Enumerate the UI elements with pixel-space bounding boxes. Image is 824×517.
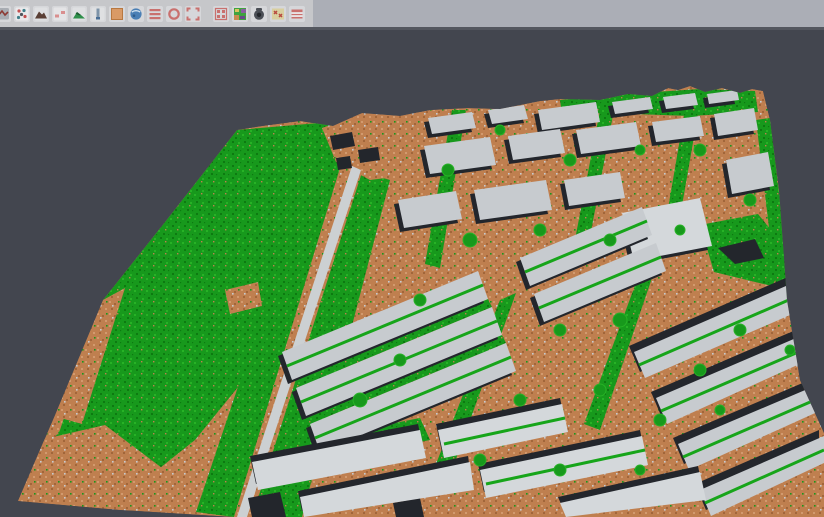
tree-clump [564, 154, 576, 166]
tree-clump [442, 164, 454, 176]
toolbar-button-class-layers[interactable] [289, 6, 305, 22]
toolbar-button-circle-select[interactable] [166, 6, 182, 22]
tree-clump [514, 394, 526, 406]
application-window [0, 0, 824, 517]
tree-clump [534, 224, 546, 236]
toolbar-button-delete-points[interactable] [270, 6, 286, 22]
toolbar-button-section[interactable] [90, 6, 106, 22]
tree-clump [463, 233, 477, 247]
toolbar [0, 0, 824, 27]
toolbar-button-classification[interactable] [232, 6, 248, 22]
tree-clump [694, 144, 706, 156]
tree-clump [694, 364, 706, 376]
toolbar-button-contour-lines[interactable] [147, 6, 163, 22]
toolbar-button-dem[interactable] [33, 6, 49, 22]
mesh-tool-icon [0, 7, 10, 21]
tree-clump [554, 464, 566, 476]
globe-icon [129, 7, 143, 21]
classification-icon [233, 7, 247, 21]
toolbar-button-camera[interactable] [251, 6, 267, 22]
orthophoto-icon [110, 7, 124, 21]
rect-select-icon [186, 7, 200, 21]
toolbar-icon-strip [0, 0, 313, 27]
point-symbols-icon [15, 7, 29, 21]
tree-clump [785, 345, 795, 355]
tree-clump [715, 405, 725, 415]
tree-clump [414, 294, 426, 306]
section-icon [91, 7, 105, 21]
terrain-icon [72, 7, 86, 21]
tree-clump [675, 225, 685, 235]
toolbar-button-orthophoto[interactable] [109, 6, 125, 22]
delete-points-icon [271, 7, 285, 21]
toolbar-button-point-symbols[interactable] [14, 6, 30, 22]
toolbar-button-mesh-tool[interactable] [0, 6, 11, 22]
tree-clump [734, 324, 746, 336]
tree-clump [394, 354, 406, 366]
tree-clump [635, 145, 645, 155]
toolbar-button-profiles[interactable] [52, 6, 68, 22]
viewport-3d[interactable] [0, 0, 824, 517]
tree-clump [474, 454, 486, 466]
toolbar-separator [0, 27, 824, 30]
profiles-icon [53, 7, 67, 21]
grid-select-icon [214, 7, 228, 21]
tree-clump [495, 125, 505, 135]
tree-clump [654, 414, 666, 426]
dem-icon [34, 7, 48, 21]
toolbar-button-terrain[interactable] [71, 6, 87, 22]
tree-clump [613, 313, 627, 327]
tree-clump [554, 324, 566, 336]
tree-clump [353, 393, 367, 407]
contour-lines-icon [148, 7, 162, 21]
shadow-shape [336, 156, 352, 170]
toolbar-button-globe[interactable] [128, 6, 144, 22]
tree-clump [594, 384, 606, 396]
class-layers-icon [290, 7, 304, 21]
toolbar-button-rect-select[interactable] [185, 6, 201, 22]
camera-icon [252, 7, 266, 21]
tree-clump [635, 465, 645, 475]
tree-clump [604, 234, 616, 246]
circle-select-icon [167, 7, 181, 21]
toolbar-button-grid-select[interactable] [213, 6, 229, 22]
viewport-svg [0, 0, 824, 517]
tree-clump [744, 194, 756, 206]
